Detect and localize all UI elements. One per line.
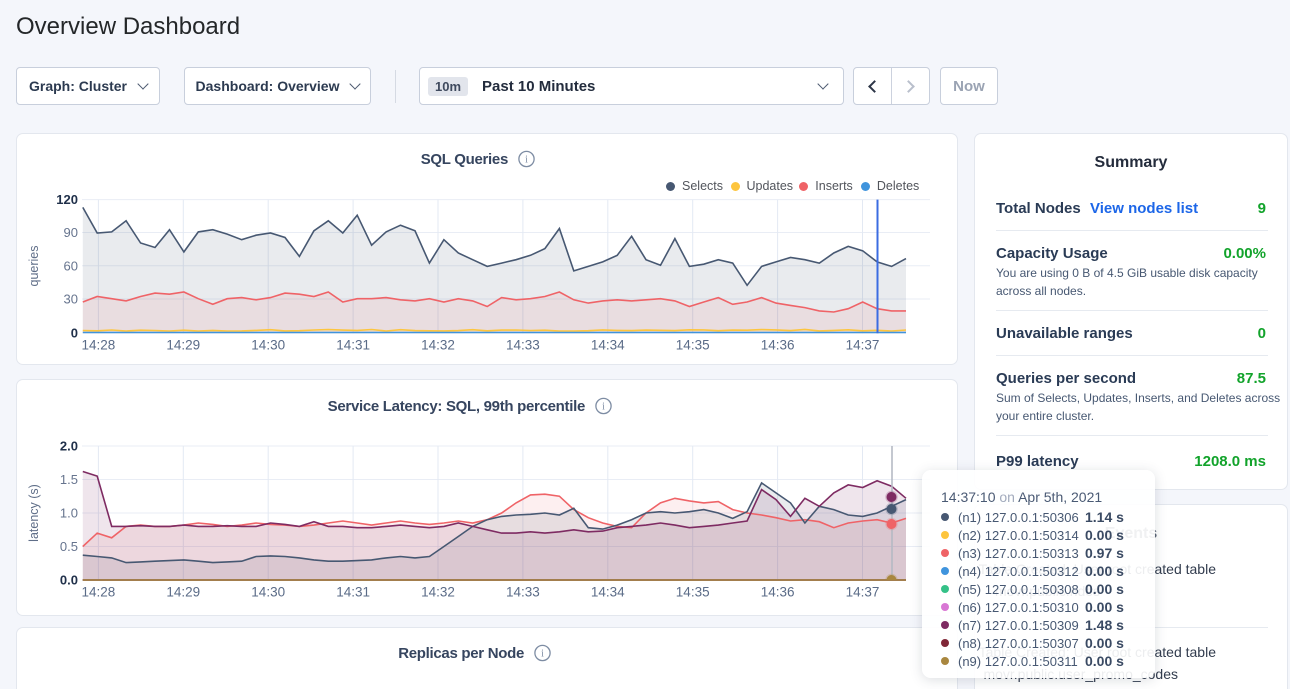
svg-text:14:36: 14:36 [761, 338, 795, 353]
svg-text:14:33: 14:33 [506, 338, 540, 353]
svg-text:Service Latency: SQL, 99th per: Service Latency: SQL, 99th percentile [328, 398, 585, 415]
svg-text:14:34: 14:34 [591, 585, 625, 600]
svg-text:14:31: 14:31 [336, 338, 370, 353]
svg-text:14:32: 14:32 [421, 338, 455, 353]
svg-text:Replicas per Node: Replicas per Node [398, 645, 524, 662]
svg-text:14:32: 14:32 [421, 585, 455, 600]
svg-text:queries: queries [27, 246, 41, 287]
svg-text:14:30: 14:30 [251, 338, 285, 353]
svg-text:14:29: 14:29 [166, 338, 200, 353]
svg-text:i: i [541, 649, 544, 660]
svg-text:14:34: 14:34 [591, 338, 625, 353]
svg-text:60: 60 [64, 258, 78, 273]
svg-text:0.5: 0.5 [60, 539, 78, 554]
svg-text:latency (s): latency (s) [27, 484, 41, 542]
svg-text:SQL Queries: SQL Queries [421, 151, 508, 168]
svg-text:i: i [602, 402, 605, 413]
svg-text:14:28: 14:28 [82, 338, 116, 353]
svg-text:14:28: 14:28 [82, 585, 116, 600]
svg-text:14:36: 14:36 [761, 585, 795, 600]
svg-text:14:35: 14:35 [676, 338, 710, 353]
svg-text:14:33: 14:33 [506, 585, 540, 600]
svg-text:14:35: 14:35 [676, 585, 710, 600]
svg-text:1.0: 1.0 [60, 506, 78, 521]
svg-text:14:29: 14:29 [166, 585, 200, 600]
svg-text:2.0: 2.0 [60, 439, 78, 454]
svg-text:14:30: 14:30 [251, 585, 285, 600]
svg-text:0.0: 0.0 [60, 573, 78, 588]
svg-text:90: 90 [64, 225, 78, 240]
svg-text:120: 120 [56, 192, 78, 207]
svg-text:1.5: 1.5 [60, 472, 78, 487]
svg-text:30: 30 [64, 292, 78, 307]
svg-text:0: 0 [71, 326, 78, 341]
svg-text:14:37: 14:37 [846, 585, 880, 600]
svg-text:14:37: 14:37 [846, 338, 880, 353]
svg-text:i: i [525, 155, 528, 166]
svg-text:14:31: 14:31 [336, 585, 370, 600]
